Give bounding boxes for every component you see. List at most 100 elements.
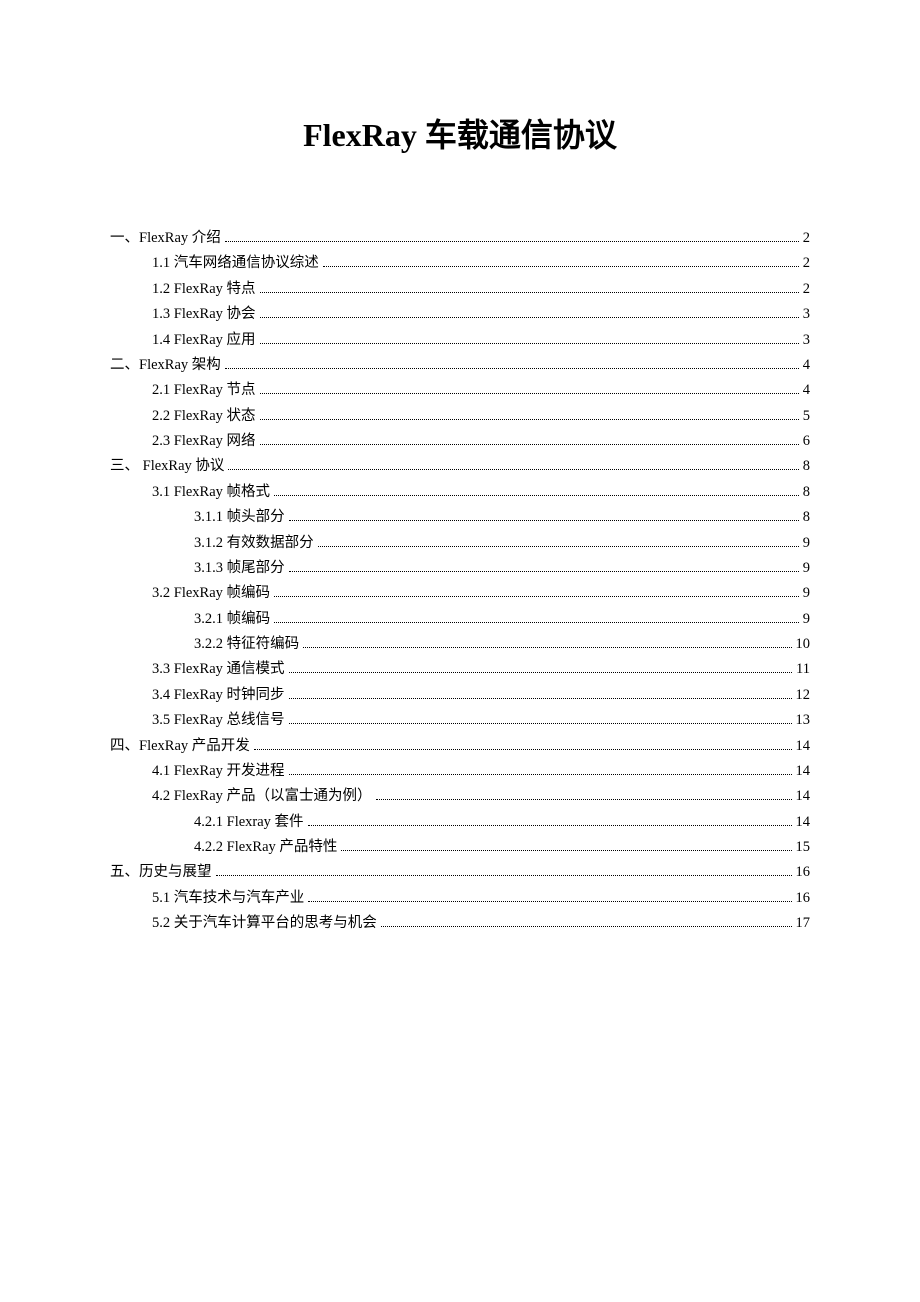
toc-entry-page: 17	[796, 911, 811, 936]
toc-leader-dots	[289, 571, 799, 572]
toc-entry-label: 2.1 FlexRay 节点	[152, 378, 256, 403]
toc-entry-page: 11	[796, 657, 810, 682]
toc-entry[interactable]: 二、FlexRay 架构4	[110, 353, 810, 378]
toc-entry-label: 4.2.2 FlexRay 产品特性	[194, 835, 337, 860]
toc-leader-dots	[289, 774, 792, 775]
toc-leader-dots	[303, 647, 791, 648]
toc-leader-dots	[228, 469, 798, 470]
toc-entry-label: 3.1.3 帧尾部分	[194, 556, 285, 581]
toc-entry[interactable]: 四、FlexRay 产品开发14	[110, 734, 810, 759]
toc-entry-page: 2	[803, 251, 810, 276]
toc-entry[interactable]: 2.2 FlexRay 状态 5	[110, 404, 810, 429]
toc-leader-dots	[274, 622, 799, 623]
toc-entry-page: 16	[796, 860, 811, 885]
toc-entry-page: 14	[796, 784, 811, 809]
toc-entry-page: 9	[803, 531, 810, 556]
toc-entry-page: 8	[803, 505, 810, 530]
toc-leader-dots	[376, 799, 792, 800]
toc-entry-page: 3	[803, 302, 810, 327]
toc-entry[interactable]: 3.5 FlexRay 总线信号13	[110, 708, 810, 733]
toc-leader-dots	[289, 672, 793, 673]
toc-entry-label: 4.2.1 Flexray 套件	[194, 810, 304, 835]
toc-entry-label: 4.2 FlexRay 产品（以富士通为例）	[152, 784, 372, 809]
toc-entry[interactable]: 3.4 FlexRay 时钟同步 12	[110, 683, 810, 708]
toc-entry[interactable]: 3.2 FlexRay 帧编码 9	[110, 581, 810, 606]
toc-leader-dots	[341, 850, 791, 851]
toc-entry[interactable]: 3.1.2 有效数据部分 9	[110, 531, 810, 556]
toc-entry[interactable]: 1.4 FlexRay 应用 3	[110, 328, 810, 353]
toc-entry-page: 6	[803, 429, 810, 454]
toc-entry-page: 16	[796, 886, 811, 911]
toc-entry[interactable]: 五、历史与展望 16	[110, 860, 810, 885]
toc-entry-label: 四、FlexRay 产品开发	[110, 734, 250, 759]
toc-entry-label: 2.2 FlexRay 状态	[152, 404, 256, 429]
toc-entry-label: 3.2.1 帧编码	[194, 607, 270, 632]
toc-entry-page: 10	[796, 632, 811, 657]
toc-entry-page: 12	[796, 683, 811, 708]
toc-entry[interactable]: 2.3 FlexRay 网络6	[110, 429, 810, 454]
toc-entry-label: 1.1 汽车网络通信协议综述	[152, 251, 319, 276]
toc-entry-label: 3.5 FlexRay 总线信号	[152, 708, 285, 733]
toc-entry[interactable]: 3.3 FlexRay 通信模式 11	[110, 657, 810, 682]
toc-leader-dots	[308, 901, 791, 902]
toc-entry[interactable]: 1.2 FlexRay 特点 2	[110, 277, 810, 302]
toc-entry-label: 三、 FlexRay 协议	[110, 454, 224, 479]
toc-entry-label: 1.2 FlexRay 特点	[152, 277, 256, 302]
toc-entry-page: 14	[796, 810, 811, 835]
toc-entry[interactable]: 1.3 FlexRay 协会 3	[110, 302, 810, 327]
toc-entry-page: 9	[803, 581, 810, 606]
toc-leader-dots	[260, 292, 799, 293]
toc-leader-dots	[225, 241, 799, 242]
toc-entry[interactable]: 1.1 汽车网络通信协议综述 2	[110, 251, 810, 276]
toc-entry-page: 15	[796, 835, 811, 860]
toc-entry[interactable]: 3.2.2 特征符编码 10	[110, 632, 810, 657]
toc-entry-page: 9	[803, 607, 810, 632]
toc-entry-label: 3.3 FlexRay 通信模式	[152, 657, 285, 682]
toc-entry-page: 8	[803, 480, 810, 505]
toc-entry[interactable]: 4.2.2 FlexRay 产品特性 15	[110, 835, 810, 860]
toc-entry-page: 2	[803, 277, 810, 302]
toc-entry-label: 3.4 FlexRay 时钟同步	[152, 683, 285, 708]
toc-entry-label: 3.1.2 有效数据部分	[194, 531, 314, 556]
toc-entry[interactable]: 3.1.1 帧头部分8	[110, 505, 810, 530]
toc-entry-page: 4	[803, 378, 810, 403]
toc-entry-label: 4.1 FlexRay 开发进程	[152, 759, 285, 784]
toc-entry-label: 5.1 汽车技术与汽车产业	[152, 886, 304, 911]
toc-entry-label: 3.1 FlexRay 帧格式	[152, 480, 270, 505]
toc-entry-label: 5.2 关于汽车计算平台的思考与机会	[152, 911, 377, 936]
toc-entry[interactable]: 5.2 关于汽车计算平台的思考与机会 17	[110, 911, 810, 936]
toc-entry[interactable]: 3.1.3 帧尾部分9	[110, 556, 810, 581]
toc-entry[interactable]: 3.1 FlexRay 帧格式 8	[110, 480, 810, 505]
toc-entry[interactable]: 一、FlexRay 介绍 2	[110, 226, 810, 251]
toc-entry[interactable]: 5.1 汽车技术与汽车产业 16	[110, 886, 810, 911]
toc-leader-dots	[289, 723, 792, 724]
toc-leader-dots	[260, 343, 799, 344]
toc-leader-dots	[260, 419, 799, 420]
toc-entry[interactable]: 三、 FlexRay 协议 8	[110, 454, 810, 479]
table-of-contents: 一、FlexRay 介绍21.1 汽车网络通信协议综述21.2 FlexRay …	[110, 226, 810, 937]
toc-entry-label: 3.2.2 特征符编码	[194, 632, 299, 657]
toc-entry[interactable]: 2.1 FlexRay 节点 4	[110, 378, 810, 403]
toc-entry-page: 8	[803, 454, 810, 479]
toc-leader-dots	[289, 698, 792, 699]
toc-entry-label: 一、FlexRay 介绍	[110, 226, 221, 251]
toc-entry[interactable]: 4.2.1 Flexray 套件 14	[110, 810, 810, 835]
toc-leader-dots	[308, 825, 792, 826]
toc-entry-page: 2	[803, 226, 810, 251]
toc-leader-dots	[274, 495, 799, 496]
toc-leader-dots	[289, 520, 799, 521]
toc-leader-dots	[318, 546, 799, 547]
toc-entry-label: 五、历史与展望	[110, 860, 212, 885]
toc-entry-label: 1.4 FlexRay 应用	[152, 328, 256, 353]
toc-leader-dots	[260, 393, 799, 394]
toc-entry[interactable]: 3.2.1 帧编码 9	[110, 607, 810, 632]
toc-entry-page: 4	[803, 353, 810, 378]
toc-entry-label: 1.3 FlexRay 协会	[152, 302, 256, 327]
toc-entry[interactable]: 4.1 FlexRay 开发进程14	[110, 759, 810, 784]
toc-leader-dots	[323, 266, 799, 267]
toc-entry[interactable]: 4.2 FlexRay 产品（以富士通为例） 14	[110, 784, 810, 809]
toc-entry-page: 5	[803, 404, 810, 429]
toc-leader-dots	[216, 875, 792, 876]
toc-entry-page: 3	[803, 328, 810, 353]
toc-entry-label: 3.2 FlexRay 帧编码	[152, 581, 270, 606]
